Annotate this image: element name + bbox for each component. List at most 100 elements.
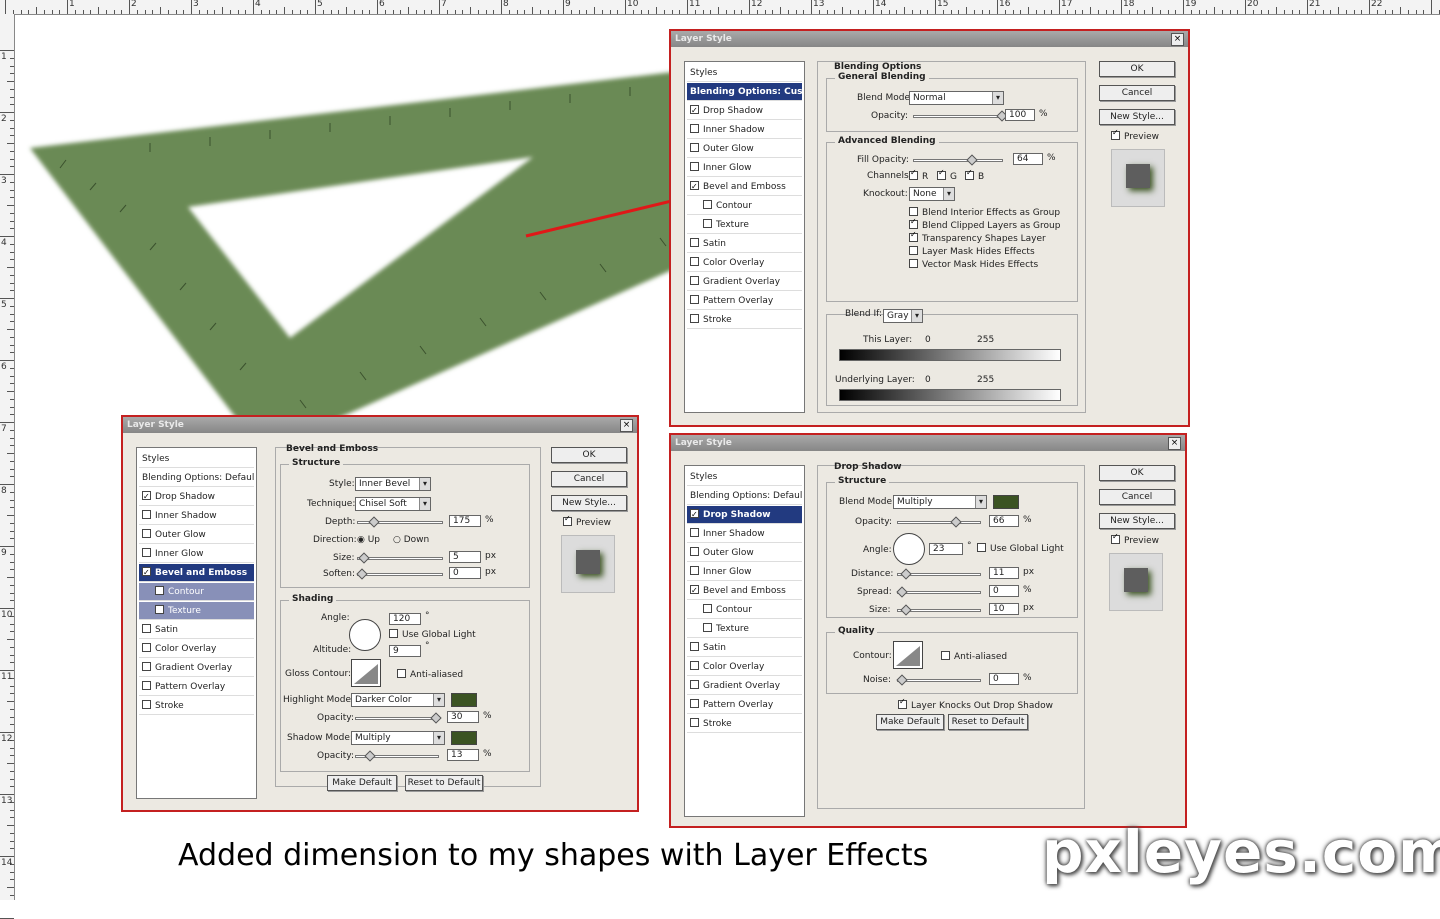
- advanced-option-checkbox[interactable]: Transparency Shapes Layer: [909, 230, 1046, 244]
- checkbox-box[interactable]: [909, 246, 918, 255]
- style-item-checkbox[interactable]: [690, 178, 699, 195]
- angle-dial[interactable]: [349, 619, 381, 651]
- slider-thumb[interactable]: [896, 586, 908, 598]
- checkbox-box[interactable]: [909, 207, 918, 216]
- knockout-select[interactable]: None: [909, 187, 955, 201]
- shadow-mode-select[interactable]: Multiply: [351, 731, 445, 745]
- blend-mode-select[interactable]: Normal: [909, 91, 1004, 105]
- preview-checkbox[interactable]: Preview: [563, 514, 611, 528]
- this-layer-gradient-slider[interactable]: [839, 349, 1061, 361]
- make-default-button[interactable]: Make Default: [876, 714, 944, 730]
- use-global-light-checkbox[interactable]: Use Global Light: [389, 629, 476, 640]
- angle-dial[interactable]: [893, 533, 925, 565]
- style-item-stroke[interactable]: Stroke: [687, 715, 802, 733]
- advanced-option-checkbox[interactable]: Blend Interior Effects as Group: [909, 207, 1060, 218]
- style-item-satin[interactable]: Satin: [139, 621, 254, 639]
- noise-input[interactable]: 0: [989, 673, 1019, 685]
- style-item-checkbox[interactable]: [690, 257, 699, 266]
- slider-thumb[interactable]: [950, 516, 962, 528]
- style-item-checkbox[interactable]: [690, 238, 699, 247]
- style-item-stroke[interactable]: Stroke: [139, 697, 254, 715]
- style-item-gradient-overlay[interactable]: Gradient Overlay: [687, 273, 802, 291]
- style-item-checkbox[interactable]: [703, 200, 712, 209]
- direction-down-radio[interactable]: ○ Down: [393, 535, 429, 545]
- new-style-button[interactable]: New Style...: [1099, 109, 1175, 125]
- style-item-checkbox[interactable]: [703, 219, 712, 228]
- style-item-checkbox[interactable]: [690, 124, 699, 133]
- style-item-blending-options-custom[interactable]: Blending Options: Custom: [687, 83, 802, 101]
- spread-slider[interactable]: [896, 586, 981, 598]
- slider-thumb[interactable]: [900, 568, 912, 580]
- style-item-pattern-overlay[interactable]: Pattern Overlay: [687, 696, 802, 714]
- style-item-satin[interactable]: Satin: [687, 639, 802, 657]
- ok-button[interactable]: OK: [1099, 61, 1175, 77]
- styles-header[interactable]: Styles: [687, 64, 802, 82]
- style-item-texture[interactable]: Texture: [687, 620, 802, 638]
- style-item-drop-shadow[interactable]: Drop Shadow: [139, 488, 254, 506]
- style-item-checkbox[interactable]: [690, 143, 699, 152]
- antialiased-checkbox[interactable]: Anti-aliased: [941, 651, 1007, 662]
- style-item-checkbox[interactable]: [690, 506, 699, 523]
- style-item-satin[interactable]: Satin: [687, 235, 802, 253]
- slider-thumb[interactable]: [356, 568, 368, 580]
- shadow-color-swatch[interactable]: [993, 495, 1019, 509]
- dialog-titlebar[interactable]: Layer Style: [123, 417, 637, 433]
- preview-checkbox[interactable]: Preview: [1111, 128, 1159, 142]
- style-item-color-overlay[interactable]: Color Overlay: [139, 640, 254, 658]
- style-item-pattern-overlay[interactable]: Pattern Overlay: [687, 292, 802, 310]
- style-item-outer-glow[interactable]: Outer Glow: [687, 140, 802, 158]
- reset-to-default-button[interactable]: Reset to Default: [405, 775, 483, 791]
- shadow-opacity-slider[interactable]: [355, 750, 439, 762]
- cancel-button[interactable]: Cancel: [1099, 85, 1175, 101]
- highlight-color-swatch[interactable]: [451, 693, 477, 707]
- advanced-option-checkbox[interactable]: Blend Clipped Layers as Group: [909, 217, 1060, 231]
- style-item-inner-glow[interactable]: Inner Glow: [687, 563, 802, 581]
- style-item-checkbox[interactable]: [690, 718, 699, 727]
- style-item-checkbox[interactable]: [690, 276, 699, 285]
- slider-thumb[interactable]: [368, 516, 380, 528]
- opacity-slider[interactable]: [913, 110, 1008, 122]
- channel-b-checkbox[interactable]: B: [965, 168, 984, 182]
- size-slider[interactable]: [897, 604, 981, 616]
- contour-picker[interactable]: [893, 641, 923, 669]
- soften-input[interactable]: 0: [449, 567, 481, 579]
- depth-slider[interactable]: [357, 516, 443, 528]
- opacity-input[interactable]: 66: [989, 515, 1019, 527]
- shadow-color-swatch[interactable]: [451, 731, 477, 745]
- ok-button[interactable]: OK: [1099, 465, 1175, 481]
- styles-header[interactable]: Styles: [687, 468, 802, 486]
- highlight-opacity-input[interactable]: 30: [447, 711, 479, 723]
- style-item-drop-shadow[interactable]: Drop Shadow: [687, 102, 802, 120]
- style-item-checkbox[interactable]: [690, 661, 699, 670]
- style-item-checkbox[interactable]: [142, 624, 151, 633]
- cancel-button[interactable]: Cancel: [1099, 489, 1175, 505]
- style-item-checkbox[interactable]: [142, 662, 151, 671]
- angle-input[interactable]: 23: [929, 543, 963, 555]
- size-input[interactable]: 5: [449, 551, 481, 563]
- distance-slider[interactable]: [897, 568, 981, 580]
- ok-button[interactable]: OK: [551, 447, 627, 463]
- advanced-option-checkbox[interactable]: Layer Mask Hides Effects: [909, 246, 1035, 257]
- style-item-bevel-and-emboss[interactable]: Bevel and Emboss: [687, 582, 802, 600]
- style-item-texture[interactable]: Texture: [139, 602, 254, 620]
- opacity-slider[interactable]: [897, 516, 981, 528]
- angle-input[interactable]: 120: [389, 613, 421, 625]
- style-item-checkbox[interactable]: [690, 102, 699, 119]
- new-style-button[interactable]: New Style...: [551, 495, 627, 511]
- style-item-checkbox[interactable]: [690, 642, 699, 651]
- style-item-contour[interactable]: Contour: [687, 601, 802, 619]
- style-item-checkbox[interactable]: [142, 564, 151, 581]
- slider-thumb[interactable]: [358, 552, 370, 564]
- shadow-opacity-input[interactable]: 13: [447, 749, 479, 761]
- style-item-inner-glow[interactable]: Inner Glow: [687, 159, 802, 177]
- slider-thumb[interactable]: [430, 712, 442, 724]
- style-item-checkbox[interactable]: [690, 528, 699, 537]
- style-item-checkbox[interactable]: [142, 529, 151, 538]
- blend-mode-select[interactable]: Multiply: [893, 495, 987, 509]
- make-default-button[interactable]: Make Default: [327, 775, 397, 791]
- style-item-gradient-overlay[interactable]: Gradient Overlay: [687, 677, 802, 695]
- style-item-checkbox[interactable]: [142, 548, 151, 557]
- style-item-inner-shadow[interactable]: Inner Shadow: [139, 507, 254, 525]
- depth-input[interactable]: 175: [449, 515, 481, 527]
- dialog-titlebar[interactable]: Layer Style: [671, 31, 1188, 47]
